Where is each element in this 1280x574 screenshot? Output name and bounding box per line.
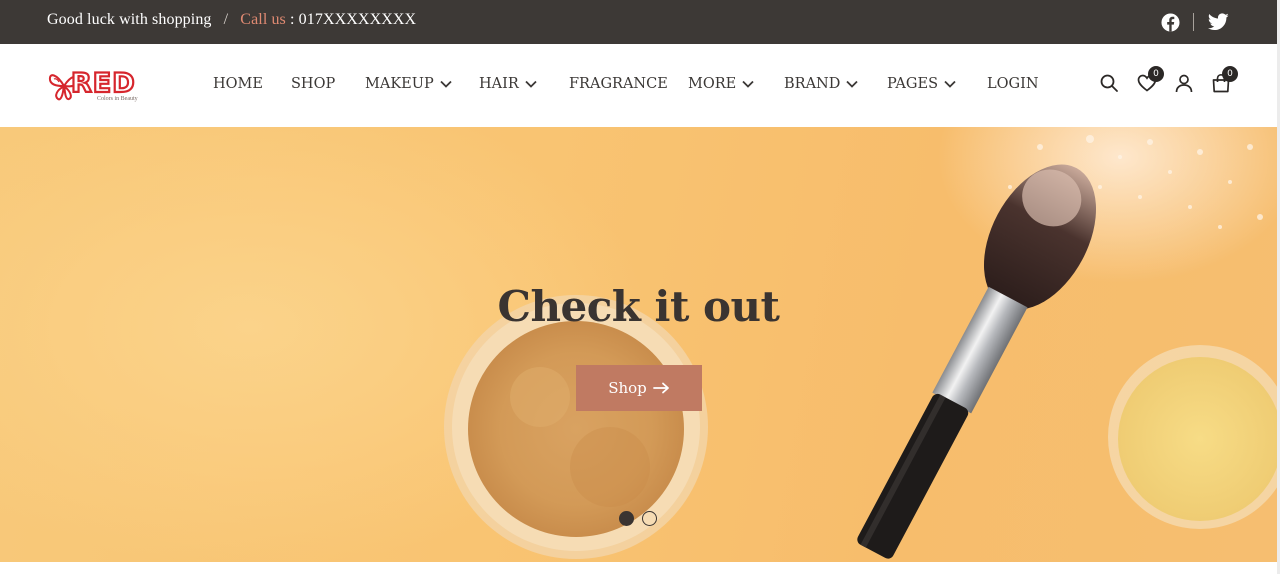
logo-tagline: Colors in Beauty	[97, 96, 138, 102]
nav-fragrance[interactable]: FRAGRANCE	[569, 74, 668, 94]
slide-dot-1[interactable]	[619, 511, 634, 526]
shop-button-label: Shop	[608, 379, 647, 397]
main-navbar: RED Colors in Beauty HOME SHOP MAKEUP HA…	[0, 44, 1277, 127]
top-bar: Good luck with shopping / Call us : 017X…	[0, 0, 1277, 44]
cart-button[interactable]: 0	[1209, 66, 1238, 97]
social-links	[1161, 11, 1229, 33]
hero-slider: Check it out Shop	[0, 127, 1277, 562]
nav-more-label: MORE	[688, 76, 737, 92]
shop-now-button[interactable]: Shop	[576, 365, 702, 411]
nav-home-label: HOME	[213, 76, 263, 92]
chevron-down-icon	[440, 80, 452, 88]
nav-makeup-label: MAKEUP	[365, 76, 434, 92]
arrow-right-icon	[652, 382, 670, 394]
wishlist-button[interactable]: 0	[1135, 66, 1164, 97]
nav-more[interactable]: MORE	[688, 74, 754, 94]
account-button[interactable]	[1172, 73, 1196, 97]
user-icon	[1174, 73, 1194, 97]
twitter-icon[interactable]	[1208, 13, 1229, 31]
nav-shop[interactable]: SHOP	[291, 74, 335, 94]
facebook-icon[interactable]	[1161, 12, 1180, 32]
cart-count-badge: 0	[1222, 66, 1238, 82]
hero-title: Check it out	[497, 282, 780, 331]
nav-fragrance-label: FRAGRANCE	[569, 76, 668, 92]
nav-hair-label: HAIR	[479, 76, 519, 92]
chevron-down-icon	[525, 80, 537, 88]
search-icon	[1099, 73, 1119, 97]
wishlist-count-badge: 0	[1148, 66, 1164, 82]
nav-pages-label: PAGES	[887, 76, 938, 92]
nav-pages[interactable]: PAGES	[887, 74, 956, 94]
logo-wordmark: RED	[70, 67, 136, 100]
greeting-text: Good luck with shopping	[47, 11, 212, 28]
slide-dot-2[interactable]	[642, 511, 657, 526]
brand-logo[interactable]: RED Colors in Beauty	[47, 66, 147, 106]
nav-brand-label: BRAND	[784, 76, 841, 92]
chevron-down-icon	[846, 80, 858, 88]
slider-pagination	[619, 511, 657, 526]
chevron-down-icon	[742, 80, 754, 88]
chevron-down-icon	[944, 80, 956, 88]
hero-background-image	[444, 135, 1277, 559]
call-us-label: Call us	[240, 11, 286, 28]
nav-makeup[interactable]: MAKEUP	[365, 74, 452, 94]
social-divider	[1193, 13, 1194, 31]
nav-shop-label: SHOP	[291, 76, 336, 92]
top-bar-info: Good luck with shopping / Call us : 017X…	[47, 11, 416, 29]
phone-number: : 017XXXXXXXX	[290, 11, 417, 28]
nav-login-label: LOGIN	[987, 76, 1039, 92]
nav-login[interactable]: LOGIN	[987, 74, 1039, 94]
nav-home[interactable]: HOME	[213, 74, 263, 94]
search-button[interactable]	[1097, 73, 1121, 97]
nav-brand[interactable]: BRAND	[784, 74, 858, 94]
nav-hair[interactable]: HAIR	[479, 74, 537, 94]
separator: /	[223, 11, 229, 28]
